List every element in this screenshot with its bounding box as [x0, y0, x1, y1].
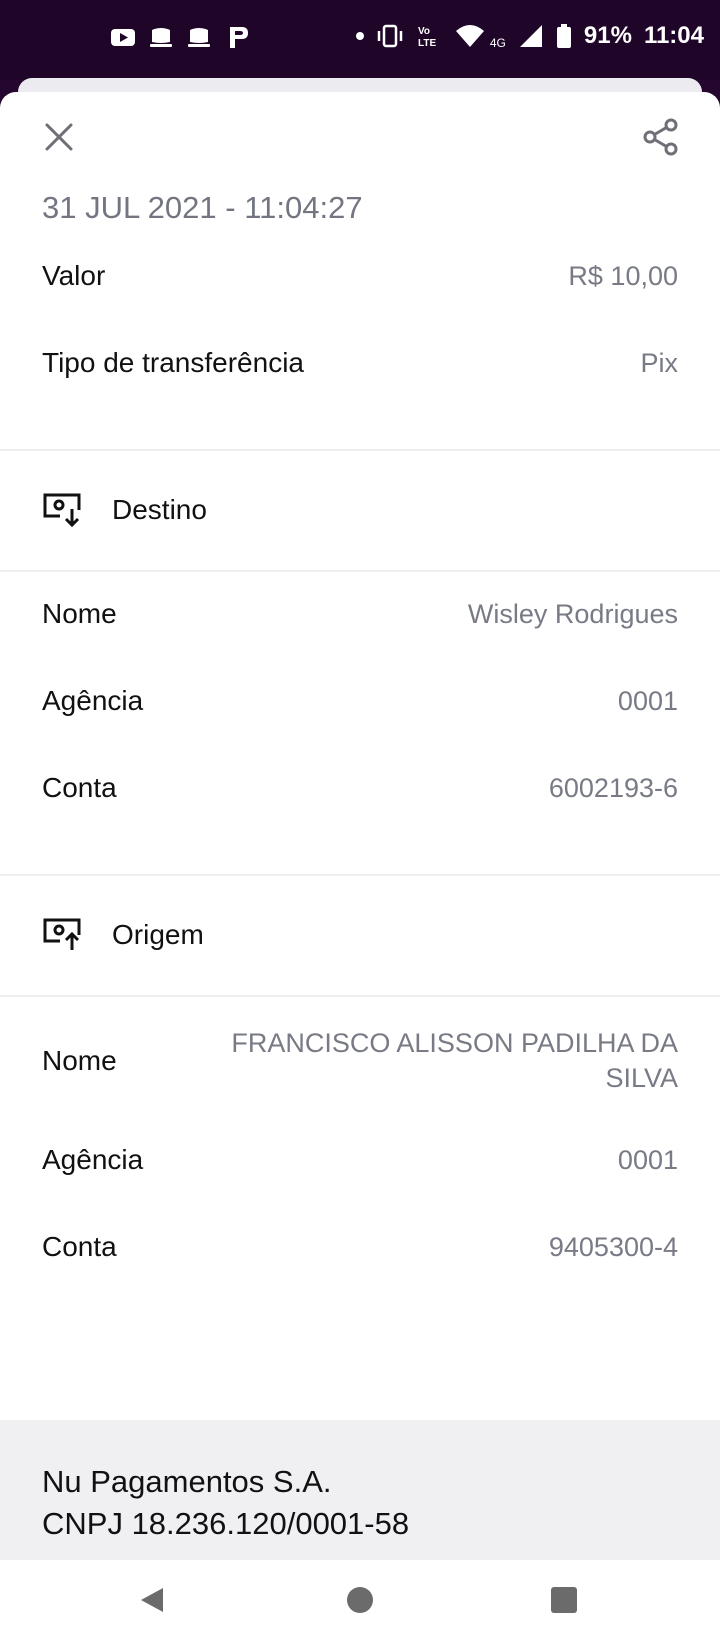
volte-icon: Vo LTE: [418, 26, 436, 49]
destino-title: Destino: [112, 494, 207, 525]
recents-button[interactable]: [542, 1578, 586, 1622]
back-icon: [141, 1588, 163, 1612]
origem-agencia-row: Agência 0001: [42, 1144, 678, 1176]
transfer-date: 31 JUL 2021 - 11:04:27: [42, 190, 363, 225]
origem-agencia-label: Agência: [42, 1144, 144, 1175]
signal-icon: [519, 25, 542, 47]
share-icon: [643, 118, 678, 156]
origem-nome-value: FRANCISCO ALISSON PADILHA DA SILVA: [231, 1028, 678, 1093]
destino-nome-value: Wisley Rodrigues: [467, 598, 678, 629]
send-money-icon: [43, 918, 81, 950]
wifi-icon: [455, 25, 484, 47]
destino-agencia-value: 0001: [617, 685, 678, 716]
company-name: Nu Pagamentos S.A.: [42, 1464, 332, 1499]
company-footer: Nu Pagamentos S.A. CNPJ 18.236.120/0001-…: [0, 1420, 720, 1560]
app-icon: [150, 28, 172, 47]
valor-value: R$ 10,00: [568, 260, 678, 291]
share-button[interactable]: [640, 116, 682, 158]
pinterest-icon: [230, 27, 248, 48]
origem-agencia-value: 0001: [617, 1144, 678, 1175]
navigation-bar: [0, 1560, 720, 1640]
close-button[interactable]: [38, 116, 80, 158]
app-icon: [188, 28, 210, 47]
origem-conta-label: Conta: [42, 1231, 117, 1262]
divider: [0, 874, 720, 876]
system-status: Vo LTE 4G 91% 11:04: [355, 22, 704, 50]
destino-nome-label: Nome: [42, 598, 117, 629]
destino-header: Destino: [42, 492, 207, 528]
receive-money-icon: [43, 493, 81, 528]
home-button[interactable]: [338, 1578, 382, 1622]
svg-text:LTE: LTE: [418, 38, 436, 49]
origem-title: Origem: [112, 919, 204, 950]
dot-icon: [355, 32, 364, 40]
battery-percent: 91%: [583, 22, 632, 49]
notification-icons: [110, 24, 250, 50]
destino-nome-row: Nome Wisley Rodrigues: [42, 598, 678, 630]
home-icon: [347, 1587, 373, 1613]
youtube-icon: [111, 29, 135, 46]
origem-header: Origem: [42, 917, 204, 953]
transfer-receipt-sheet: 31 JUL 2021 - 11:04:27 Valor R$ 10,00 Ti…: [0, 92, 720, 1560]
origem-nome-row: Nome FRANCISCO ALISSON PADILHA DA SILVA: [42, 1026, 678, 1096]
svg-text:Vo: Vo: [418, 26, 430, 37]
network-type: 4G: [489, 36, 506, 50]
divider: [0, 995, 720, 997]
destino-conta-row: Conta 6002193-6: [42, 772, 678, 804]
origem-nome-label: Nome: [42, 1045, 117, 1076]
origem-conta-value: 9405300-4: [548, 1231, 678, 1262]
valor-row: Valor R$ 10,00: [42, 260, 678, 292]
tipo-value: Pix: [640, 347, 678, 378]
back-button[interactable]: [130, 1578, 174, 1622]
recents-icon: [551, 1587, 577, 1613]
divider: [0, 449, 720, 451]
tipo-label: Tipo de transferência: [42, 347, 304, 378]
vibrate-icon: [377, 24, 403, 48]
destino-conta-label: Conta: [42, 772, 117, 803]
destino-conta-value: 6002193-6: [548, 772, 678, 803]
tipo-row: Tipo de transferência Pix: [42, 347, 678, 379]
close-icon: [45, 123, 73, 151]
clock: 11:04: [643, 22, 704, 49]
status-bar: Vo LTE 4G 91% 11:04: [0, 0, 720, 80]
divider: [0, 570, 720, 572]
origem-conta-row: Conta 9405300-4: [42, 1231, 678, 1263]
battery-icon: [556, 24, 571, 48]
destino-agencia-row: Agência 0001: [42, 685, 678, 717]
valor-label: Valor: [42, 260, 106, 291]
company-cnpj: CNPJ 18.236.120/0001-58: [42, 1506, 410, 1541]
destino-agencia-label: Agência: [42, 685, 144, 716]
